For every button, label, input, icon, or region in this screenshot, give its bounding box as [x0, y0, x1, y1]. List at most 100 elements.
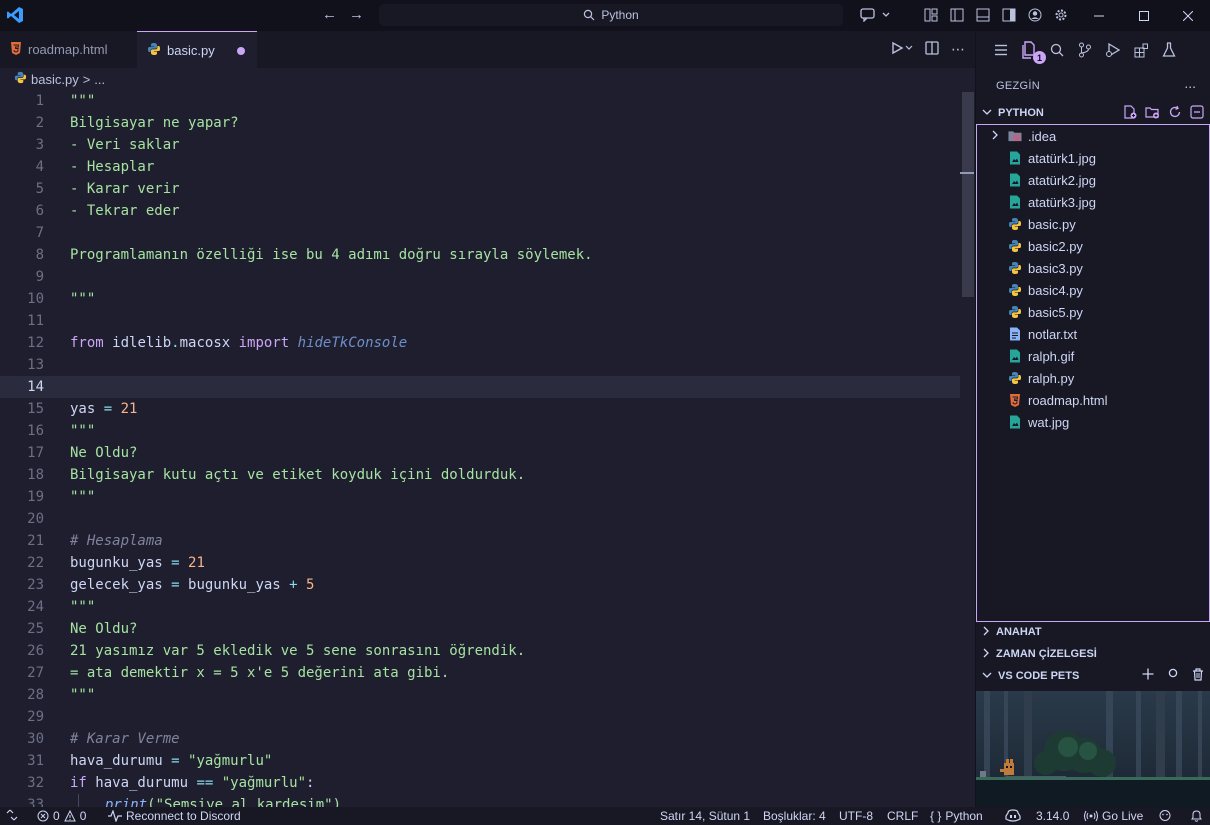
- tree-file[interactable]: atatürk2.jpg: [977, 169, 1209, 191]
- cursor-position[interactable]: Satır 14, Sütun 1: [660, 809, 750, 823]
- discord-status[interactable]: Reconnect to Discord: [108, 809, 241, 823]
- code-editor[interactable]: 1 """ 2 Bilgisayar ne yapar? 3- Veri sakla…: [0, 90, 960, 807]
- back-arrow-icon[interactable]: ←: [322, 6, 337, 23]
- code-line: 3- Veri saklar: [35, 137, 180, 153]
- problems-indicator[interactable]: 0 0: [37, 809, 86, 823]
- search-text: Python: [601, 8, 639, 22]
- tree-file[interactable]: basic5.py: [977, 301, 1209, 323]
- image-file-icon: [1008, 349, 1022, 363]
- titlebar-actions: [855, 6, 891, 24]
- extensions-icon[interactable]: [1130, 39, 1152, 61]
- python-version[interactable]: 3.14.0: [1036, 809, 1069, 823]
- chevron-down-icon[interactable]: [881, 6, 891, 24]
- tree-file[interactable]: wat.jpg: [977, 411, 1209, 433]
- delete-pet-icon[interactable]: [1192, 668, 1204, 684]
- code-line: 10 """: [27, 291, 96, 307]
- minimize-button[interactable]: [1076, 0, 1122, 31]
- code-line: 13: [27, 357, 44, 373]
- command-center-search[interactable]: Python: [379, 4, 843, 26]
- toggle-panel-icon[interactable]: [974, 6, 992, 24]
- run-python-icon[interactable]: [891, 41, 913, 58]
- tree-file[interactable]: basic4.py: [977, 279, 1209, 301]
- editor-scrollbar[interactable]: [960, 90, 974, 807]
- end-of-line[interactable]: CRLF: [887, 809, 918, 823]
- code-line: 23 gelecek_yas = bugunku_yas + 5: [27, 577, 315, 593]
- forward-arrow-icon[interactable]: →: [349, 6, 364, 23]
- split-editor-icon[interactable]: [925, 41, 939, 58]
- scrollbar-thumb[interactable]: [962, 92, 974, 297]
- close-window-button[interactable]: [1165, 0, 1210, 31]
- tree-file[interactable]: atatürk3.jpg: [977, 191, 1209, 213]
- tab-roadmap-html[interactable]: roadmap.html: [0, 31, 136, 68]
- settings-gear-icon[interactable]: [1052, 6, 1070, 24]
- broadcast-icon: [1084, 810, 1098, 822]
- pets-actions: [1142, 668, 1204, 684]
- status-bar: 0 0 Reconnect to Discord Satır 14, Sütun…: [0, 807, 1210, 825]
- code-line: 27 = ata demektir x = 5 x'e 5 değerini at…: [27, 665, 450, 681]
- search-icon[interactable]: [1046, 39, 1068, 61]
- tab-basic-py[interactable]: basic.py: [137, 31, 257, 68]
- section-timeline[interactable]: ZAMAN ÇİZELGESİ: [976, 643, 1210, 665]
- tree-file[interactable]: ralph.gif: [977, 345, 1209, 367]
- go-live-button[interactable]: Go Live: [1084, 809, 1143, 823]
- tree-file[interactable]: basic3.py: [977, 257, 1209, 279]
- error-count: 0: [53, 809, 60, 823]
- account-icon[interactable]: [1026, 6, 1044, 24]
- unsaved-changes-dot[interactable]: [237, 47, 245, 55]
- maximize-button[interactable]: [1121, 0, 1167, 31]
- pets-scene[interactable]: [976, 691, 1210, 807]
- layout-controls: [922, 6, 1070, 24]
- more-actions-icon[interactable]: ⋯: [951, 41, 965, 58]
- customize-layout-icon[interactable]: [922, 6, 940, 24]
- python-file-icon: [14, 71, 27, 87]
- feedback-icon[interactable]: [1158, 809, 1172, 822]
- toggle-secondary-sidebar-icon[interactable]: [1000, 6, 1018, 24]
- error-icon: [37, 810, 49, 822]
- file-tree: .idea atatürk1.jpg atatürk2.jpg atatürk3…: [976, 124, 1210, 622]
- breadcrumb-symbols[interactable]: ...: [94, 72, 105, 87]
- code-line: 9: [35, 269, 44, 285]
- code-line: 20: [27, 511, 44, 527]
- new-file-icon[interactable]: [1123, 104, 1137, 122]
- indentation[interactable]: Boşluklar: 4: [763, 809, 826, 823]
- image-file-icon: [1008, 151, 1022, 165]
- new-folder-icon[interactable]: [1145, 105, 1160, 122]
- menu-icon[interactable]: [990, 39, 1012, 61]
- remote-indicator-icon[interactable]: [6, 809, 18, 821]
- title-bar: ← → Python: [0, 0, 1210, 31]
- breadcrumb-file[interactable]: basic.py: [31, 72, 79, 87]
- source-control-icon[interactable]: [1074, 39, 1096, 61]
- testing-flask-icon[interactable]: [1158, 39, 1180, 61]
- tree-file[interactable]: notlar.txt: [977, 323, 1209, 345]
- tree-file[interactable]: basic2.py: [977, 235, 1209, 257]
- code-line: 29: [27, 709, 44, 725]
- tree-file[interactable]: basic.py: [977, 213, 1209, 235]
- copilot-icon[interactable]: [1005, 809, 1021, 822]
- python-file-icon: [1008, 217, 1022, 231]
- encoding[interactable]: UTF-8: [839, 809, 873, 823]
- explorer-more-icon[interactable]: ...: [1184, 75, 1196, 91]
- copilot-chat-icon[interactable]: [855, 6, 881, 24]
- pulse-icon: [108, 810, 122, 822]
- tree-file[interactable]: ralph.py: [977, 367, 1209, 389]
- folder-header-python[interactable]: PYTHON: [976, 102, 1210, 124]
- code-line: 21 # Hesaplama: [27, 533, 163, 549]
- tree-file[interactable]: roadmap.html: [977, 389, 1209, 411]
- collapse-all-icon[interactable]: [1190, 104, 1204, 122]
- refresh-icon[interactable]: [1168, 105, 1182, 122]
- language-mode[interactable]: { } Python: [930, 809, 983, 823]
- section-vscode-pets[interactable]: VS CODE PETS: [976, 665, 1210, 687]
- add-pet-icon[interactable]: [1142, 668, 1154, 684]
- code-line: 15 yas = 21: [27, 401, 138, 417]
- tree-file[interactable]: atatürk1.jpg: [977, 147, 1209, 169]
- run-debug-icon[interactable]: [1102, 39, 1124, 61]
- section-outline[interactable]: ANAHAT: [976, 621, 1210, 643]
- code-line: 1 """: [35, 93, 96, 109]
- toggle-primary-sidebar-icon[interactable]: [948, 6, 966, 24]
- python-file-icon: [1008, 371, 1022, 385]
- throw-ball-icon[interactable]: [1168, 668, 1178, 684]
- notifications-bell-icon[interactable]: [1190, 809, 1203, 822]
- code-line: 22 bugunku_yas = 21: [27, 555, 205, 571]
- tree-folder-idea[interactable]: .idea: [977, 125, 1209, 147]
- code-line: 28 """: [27, 687, 96, 703]
